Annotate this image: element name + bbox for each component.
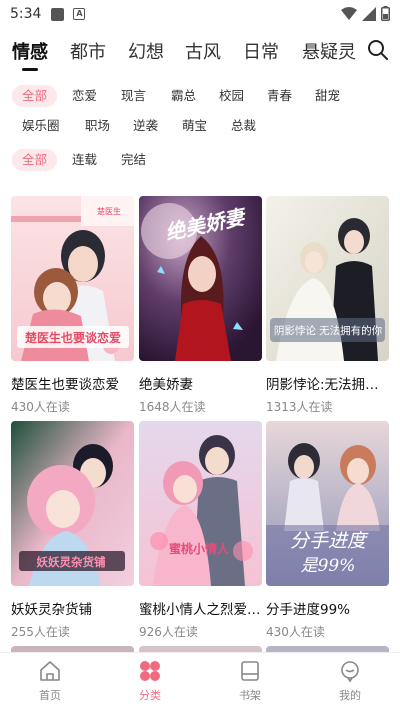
comic-card[interactable]: 阴影悖论 无法拥有的你 阴影悖论:无法拥有的你 1313人在读 <box>266 196 389 415</box>
profile-icon <box>341 661 359 683</box>
cover-title-text: 分手进度 <box>290 530 369 552</box>
filter-sweet[interactable]: 甜宠 <box>315 85 340 107</box>
tab-suspense[interactable]: 悬疑灵 <box>302 38 356 64</box>
bottom-nav: 首页 分类 书架 我的 <box>0 652 400 711</box>
filter-campus[interactable]: 校园 <box>219 85 244 107</box>
filter-completed[interactable]: 完结 <box>121 149 146 171</box>
comic-title[interactable]: 分手进度99% <box>266 598 389 618</box>
filter-romance[interactable]: 恋爱 <box>72 85 97 107</box>
filter-workplace[interactable]: 职场 <box>85 115 110 137</box>
filter-cute-baby[interactable]: 萌宝 <box>182 115 207 137</box>
comic-readers: 255人在读 <box>11 625 70 639</box>
cover-art: 楚医生也要谈恋爱 楚医生 <box>11 196 134 361</box>
nav-category[interactable]: 分类 <box>120 659 180 703</box>
nav-home[interactable]: 首页 <box>20 659 80 703</box>
comic-readers: 430人在读 <box>11 400 70 414</box>
cover-title-text: 楚医生也要谈恋爱 <box>24 330 121 345</box>
comic-cover[interactable]: 楚医生也要谈恋爱 楚医生 <box>11 196 134 361</box>
comic-title[interactable]: 阴影悖论:无法拥有的你 <box>266 373 389 393</box>
filter-serializing[interactable]: 连载 <box>72 149 97 171</box>
status-time: 5:34 <box>10 6 42 22</box>
search-icon[interactable] <box>366 38 390 62</box>
tab-emotion[interactable]: 情感 <box>12 38 48 64</box>
nav-home-label: 首页 <box>39 689 61 702</box>
nav-category-label: 分类 <box>139 689 161 702</box>
tab-ancient[interactable]: 古风 <box>185 38 221 64</box>
filter-entertainment[interactable]: 娱乐圈 <box>22 115 60 137</box>
comic-cover[interactable]: 蜜桃小情人 <box>139 421 262 586</box>
comic-card[interactable]: 妖妖灵杂货铺 妖妖灵杂货铺 255人在读 <box>11 421 134 640</box>
tab-fantasy[interactable]: 幻想 <box>128 38 164 64</box>
nav-bookshelf[interactable]: 书架 <box>220 659 280 703</box>
filter-theme-all[interactable]: 全部 <box>12 85 58 107</box>
comic-card[interactable]: 楚医生也要谈恋爱 楚医生 楚医生也要谈恋爱 430人在读 <box>11 196 134 415</box>
active-tab-indicator <box>22 68 38 71</box>
notification-icon <box>51 7 65 21</box>
comic-title[interactable]: 蜜桃小情人之烈爱知夏 <box>139 598 262 618</box>
category-icon <box>140 661 160 681</box>
comic-cover[interactable]: 阴影悖论 无法拥有的你 <box>266 196 389 361</box>
comic-title[interactable]: 绝美娇妻 <box>139 373 262 393</box>
cover-art: 分手进度 是99% <box>266 421 389 586</box>
comic-card[interactable]: 蜜桃小情人 蜜桃小情人之烈爱知夏 926人在读 <box>139 421 262 640</box>
comic-cover[interactable]: 分手进度 是99% <box>266 421 389 586</box>
app-notification-icon: A <box>73 8 86 20</box>
filter-comeback[interactable]: 逆袭 <box>133 115 158 137</box>
category-tabs: 情感 都市 幻想 古风 日常 悬疑灵 <box>0 34 400 74</box>
cover-art: 蜜桃小情人 <box>139 421 262 586</box>
cover-title-text: 蜜桃小情人 <box>169 541 230 556</box>
nav-bookshelf-label: 书架 <box>239 689 261 702</box>
comic-title[interactable]: 妖妖灵杂货铺 <box>11 598 134 618</box>
cover-title-text: 阴影悖论 无法拥有的你 <box>274 324 383 337</box>
comic-readers: 1648人在读 <box>139 400 206 414</box>
battery-icon <box>381 6 390 21</box>
cover-art: 妖妖灵杂货铺 <box>11 421 134 586</box>
comic-cover[interactable]: 妖妖灵杂货铺 <box>11 421 134 586</box>
filter-youth[interactable]: 青春 <box>267 85 292 107</box>
cover-art: 阴影悖论 无法拥有的你 <box>266 196 389 361</box>
wifi-icon <box>341 6 357 20</box>
comic-title[interactable]: 楚医生也要谈恋爱 <box>11 373 134 393</box>
tab-urban[interactable]: 都市 <box>70 38 106 64</box>
home-icon <box>40 661 60 681</box>
nav-profile-label: 我的 <box>339 689 361 702</box>
filter-status-all[interactable]: 全部 <box>12 149 58 171</box>
comic-card[interactable]: 绝美娇妻 绝美娇妻 1648人在读 <box>139 196 262 415</box>
comic-readers: 926人在读 <box>139 625 198 639</box>
comic-cover[interactable]: 绝美娇妻 <box>139 196 262 361</box>
nav-profile[interactable]: 我的 <box>320 659 380 703</box>
cover-subtitle-text: 楚医生 <box>97 206 121 216</box>
tab-daily[interactable]: 日常 <box>243 38 279 64</box>
filter-president[interactable]: 总裁 <box>231 115 256 137</box>
cover-art: 绝美娇妻 <box>139 196 262 361</box>
status-bar: 5:34 A <box>0 0 400 28</box>
comic-card[interactable]: 分手进度 是99% 分手进度99% 430人在读 <box>266 421 389 640</box>
signal-icon <box>362 6 376 21</box>
cover-title-text: 妖妖灵杂货铺 <box>37 555 106 569</box>
comic-readers: 430人在读 <box>266 625 325 639</box>
filter-modern[interactable]: 现言 <box>121 85 146 107</box>
comic-readers: 1313人在读 <box>266 400 333 414</box>
filter-ceo[interactable]: 霸总 <box>171 85 196 107</box>
cover-subtitle-text: 是99% <box>301 556 356 576</box>
bookshelf-icon <box>241 661 259 681</box>
